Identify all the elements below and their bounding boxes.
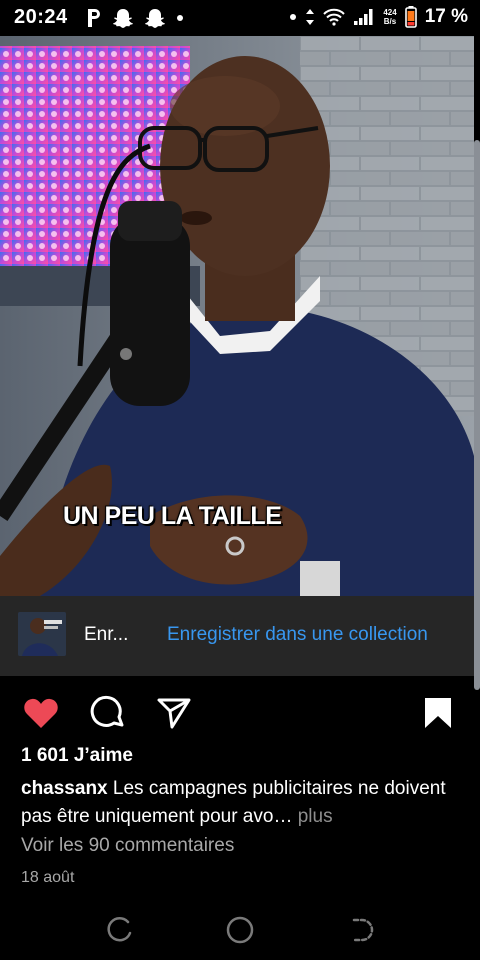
post-actions — [0, 686, 480, 738]
caption-username[interactable]: chassanx — [21, 778, 108, 799]
share-icon — [157, 698, 191, 729]
battery-icon — [404, 6, 417, 28]
network-speed-unit: B/s — [383, 17, 397, 26]
save-button[interactable] — [419, 694, 457, 732]
back-button[interactable] — [340, 910, 380, 950]
post-caption: chassanx Les campagnes publicitaires ne … — [21, 775, 461, 831]
saved-post-thumbnail — [18, 612, 66, 656]
snapchat-icon — [145, 8, 165, 28]
post-video[interactable]: UN PEU LA TAILLE — [0, 36, 474, 596]
status-time: 20:24 — [14, 6, 68, 28]
parking-icon — [88, 9, 100, 27]
caption-more-link[interactable]: plus — [298, 806, 333, 827]
network-speed: 424 B/s — [383, 8, 396, 26]
wifi-icon — [323, 8, 346, 26]
post-date: 18 août — [21, 869, 75, 886]
system-nav-bar — [0, 900, 480, 960]
dot-icon — [290, 14, 297, 20]
save-to-collection-link[interactable]: Enregistrer dans une collection — [167, 624, 428, 646]
home-icon — [226, 916, 254, 944]
bookmark-icon — [425, 698, 451, 728]
status-right: 424 B/s 17 % — [289, 6, 468, 28]
share-button[interactable] — [155, 694, 193, 732]
snapchat-icon — [113, 8, 133, 28]
network-speed-value: 424 — [383, 8, 397, 17]
dot-icon — [177, 15, 183, 21]
heart-icon — [24, 698, 58, 728]
likes-count[interactable]: 1 601 J’aime — [21, 745, 133, 767]
data-arrows-icon — [306, 9, 315, 25]
view-comments-link[interactable]: Voir les 90 commentaires — [21, 835, 234, 857]
signal-icon — [354, 9, 373, 25]
thumbnail-image — [18, 612, 66, 656]
comment-button[interactable] — [89, 694, 127, 732]
video-caption: UN PEU LA TAILLE — [63, 502, 282, 530]
notification-icons — [86, 8, 184, 28]
scrollbar[interactable] — [474, 140, 480, 690]
like-button[interactable] — [22, 694, 60, 732]
home-button[interactable] — [220, 910, 260, 950]
comment-icon — [90, 695, 124, 727]
collection-name: Enr... — [84, 624, 129, 645]
save-to-collection-bar: Enr... Enregistrer dans une collection — [0, 596, 474, 676]
recents-button[interactable] — [100, 910, 140, 950]
back-icon — [352, 918, 374, 942]
battery-percent: 17 % — [424, 6, 468, 27]
recents-icon — [107, 917, 132, 942]
status-bar: 20:24 424 B/s 17 % — [0, 0, 480, 36]
